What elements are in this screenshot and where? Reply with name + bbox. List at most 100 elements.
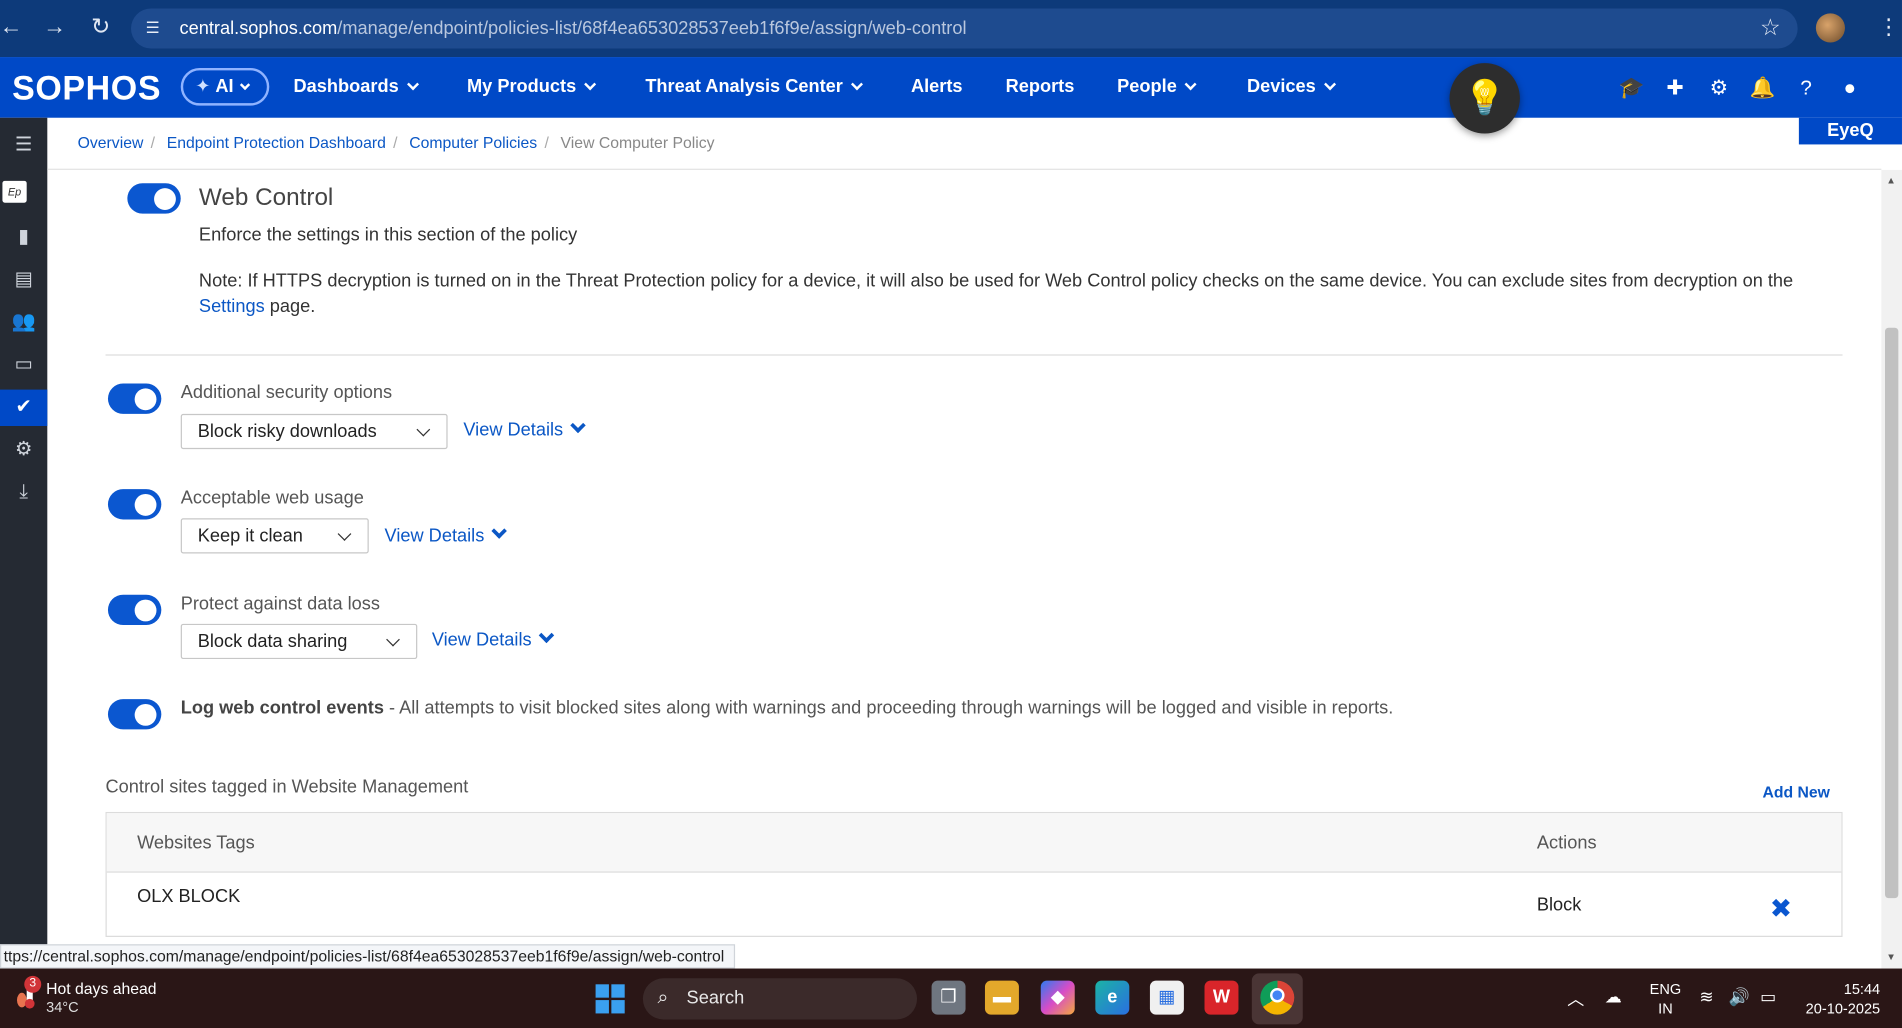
acceptable-web-usage-select[interactable]: Keep it clean: [180, 518, 369, 554]
section-description: Enforce the settings in this section of …: [198, 224, 578, 246]
website-tags-table: Websites Tags Actions OLX BLOCK Block ✖: [105, 811, 1843, 937]
nav-reports[interactable]: Reports: [1006, 76, 1075, 97]
taskbar-search[interactable]: ⌕ Search: [642, 978, 918, 1020]
view-details-security[interactable]: View Details: [463, 417, 587, 441]
table-header: Websites Tags Actions: [106, 813, 1842, 873]
website-management-title: Control sites tagged in Website Manageme…: [105, 776, 469, 798]
task-view-icon[interactable]: ❐: [931, 980, 966, 1015]
settings-gear-icon[interactable]: ⚙: [0, 432, 47, 468]
gear-icon[interactable]: ⚙: [1705, 75, 1732, 102]
browser-toolbar: ← → ↻ ☰ central.sophos.com/manage/endpoi…: [0, 0, 1902, 58]
graduation-cap-icon[interactable]: 🎓: [1618, 75, 1645, 102]
edge-browser-icon[interactable]: e: [1095, 980, 1130, 1015]
delete-x-icon[interactable]: ✖: [1770, 893, 1792, 925]
wifi-icon[interactable]: ≋: [1699, 987, 1713, 1008]
view-details-data-loss[interactable]: View Details: [432, 627, 555, 651]
user-account-icon[interactable]: ●: [1836, 75, 1863, 102]
view-details-usage[interactable]: View Details: [385, 523, 508, 546]
nav-threat-analysis-center[interactable]: Threat Analysis Center: [645, 76, 863, 97]
taskbar-clock[interactable]: 15:44 20-10-2025: [1800, 979, 1880, 1018]
forward-arrow-icon[interactable]: →: [39, 12, 71, 44]
settings-link[interactable]: Settings: [199, 296, 265, 317]
ai-assistant-button[interactable]: ✦ AI: [180, 67, 270, 106]
eyeq-tab[interactable]: EyeQ: [1798, 117, 1902, 145]
nav-people[interactable]: People: [1117, 76, 1197, 97]
download-icon[interactable]: ⤓: [0, 475, 47, 511]
breadcrumb-overview[interactable]: Overview: [78, 134, 144, 152]
left-rail: ☰ Ep ▮ ▤ 👥 ▭ ✔ ⚙ ⤓: [0, 117, 48, 969]
https-note: Note: If HTTPS decryption is turned on i…: [198, 270, 1794, 317]
browser-menu-icon[interactable]: ⋮: [1878, 15, 1900, 40]
chevron-down-icon: [850, 78, 863, 91]
chevron-down-icon: [386, 632, 400, 647]
windows-taskbar: 3 Hot days ahead 34°C ⌕ Search ❐ ▬ ◆ e ▦ …: [0, 968, 1902, 1028]
weather-temp: 34°C: [46, 998, 79, 1016]
endpoint-product-icon[interactable]: Ep: [2, 180, 27, 203]
nav-my-products[interactable]: My Products: [467, 76, 597, 97]
bar-chart-icon[interactable]: ▮: [0, 220, 47, 256]
profile-avatar[interactable]: [1815, 13, 1845, 43]
chevron-down-icon: [337, 527, 352, 541]
chevron-down-icon: [584, 78, 597, 91]
chevron-down-icon: [539, 627, 555, 644]
section-title: Web Control: [198, 184, 334, 212]
chevron-down-icon: [1184, 78, 1197, 91]
file-explorer-icon[interactable]: ▬: [984, 980, 1019, 1015]
log-events-toggle[interactable]: [107, 699, 162, 730]
data-loss-label: Protect against data loss: [180, 593, 380, 615]
store-icon[interactable]: ▦: [1149, 980, 1184, 1015]
battery-icon[interactable]: ▭: [1760, 987, 1776, 1008]
chevron-down-icon: [1323, 78, 1336, 91]
additional-security-select[interactable]: Block risky downloads: [180, 413, 448, 450]
lightbulb-icon[interactable]: 💡: [1449, 63, 1520, 134]
scrollbar-thumb[interactable]: [1885, 327, 1899, 899]
language-indicator[interactable]: ENG IN: [1650, 979, 1682, 1018]
nav-dashboards[interactable]: Dashboards: [294, 76, 419, 97]
computer-icon[interactable]: ▭: [0, 347, 47, 383]
nav-devices[interactable]: Devices: [1247, 76, 1336, 97]
volume-icon[interactable]: 🔊: [1729, 987, 1750, 1008]
web-control-toggle[interactable]: [127, 183, 181, 214]
address-url[interactable]: central.sophos.com/manage/endpoint/polic…: [180, 18, 967, 39]
expand-menu-icon[interactable]: ☰: [0, 127, 47, 163]
link-status-bar: ttps://central.sophos.com/manage/endpoin…: [0, 944, 736, 969]
pulse-icon[interactable]: ✚: [1662, 75, 1689, 102]
section-divider: [105, 354, 1843, 356]
people-icon[interactable]: 👥: [0, 305, 47, 341]
data-loss-toggle[interactable]: [107, 594, 162, 626]
log-events-description: Log web control events - All attempts to…: [180, 697, 1394, 719]
add-new-link[interactable]: Add New: [1762, 783, 1829, 801]
bell-icon[interactable]: 🔔: [1749, 75, 1776, 102]
sophos-logo[interactable]: SOPHOS: [12, 69, 161, 108]
table-row-action[interactable]: Block: [1537, 894, 1582, 915]
page-scrollbar[interactable]: ▲ ▼: [1881, 169, 1902, 969]
scroll-down-icon[interactable]: ▼: [1886, 952, 1896, 963]
data-loss-select[interactable]: Block data sharing: [180, 623, 418, 660]
table-row-tag: OLX BLOCK: [137, 886, 241, 907]
site-info-icon[interactable]: ☰: [146, 18, 168, 40]
acceptable-web-usage-label: Acceptable web usage: [180, 487, 364, 509]
breadcrumb: Overview / Endpoint Protection Dashboard /…: [77, 133, 715, 152]
clipboard-icon[interactable]: ▤: [0, 262, 47, 298]
wps-office-icon[interactable]: W: [1204, 980, 1239, 1015]
column-header-tags: Websites Tags: [137, 832, 255, 854]
reload-icon[interactable]: ↻: [85, 12, 117, 44]
shield-check-icon[interactable]: ✔: [0, 389, 48, 427]
scroll-up-icon[interactable]: ▲: [1886, 175, 1896, 186]
nav-alerts[interactable]: Alerts: [911, 76, 963, 97]
address-bar[interactable]: ☰ central.sophos.com/manage/endpoint/pol…: [131, 8, 1798, 49]
breadcrumb-endpoint-dashboard[interactable]: Endpoint Protection Dashboard: [167, 134, 386, 152]
copilot-icon[interactable]: ◆: [1040, 980, 1075, 1015]
chrome-icon[interactable]: [1260, 980, 1295, 1015]
bookmark-star-icon[interactable]: ☆: [1760, 15, 1781, 43]
windows-start-icon[interactable]: [595, 984, 625, 1014]
breadcrumb-computer-policies[interactable]: Computer Policies: [409, 134, 537, 152]
acceptable-web-usage-toggle[interactable]: [107, 489, 162, 520]
onedrive-cloud-icon[interactable]: ☁: [1605, 987, 1622, 1008]
additional-security-label: Additional security options: [180, 382, 393, 403]
help-icon[interactable]: ?: [1793, 75, 1820, 102]
back-arrow-icon[interactable]: ←: [0, 12, 27, 44]
weather-title[interactable]: Hot days ahead: [46, 979, 156, 997]
additional-security-toggle[interactable]: [107, 383, 162, 414]
tray-overflow-chevron-icon[interactable]: ︿: [1567, 987, 1584, 1011]
